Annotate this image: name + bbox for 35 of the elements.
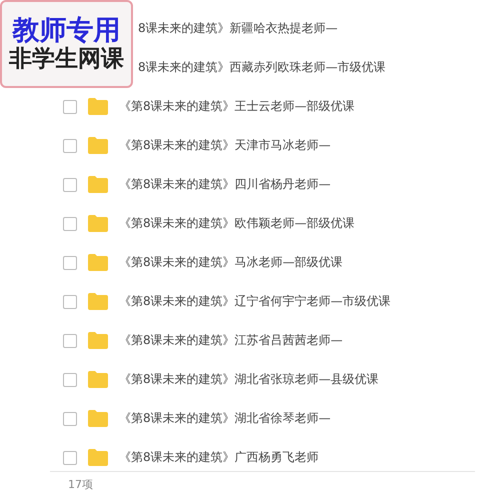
folder-name[interactable]: 《第8课未来的建筑》广西杨勇飞老师 bbox=[119, 449, 319, 466]
folder-name[interactable]: 《第8课未来的建筑》天津市马冰老师— bbox=[119, 137, 331, 154]
badge-title: 教师专用 bbox=[12, 16, 120, 46]
item-count: 17项 bbox=[68, 476, 93, 492]
folder-icon bbox=[88, 371, 108, 388]
checkbox[interactable] bbox=[63, 178, 77, 192]
checkbox[interactable] bbox=[63, 372, 77, 386]
folder-name[interactable]: 《第8课未来的建筑》江苏省吕茜茜老师— bbox=[119, 332, 343, 349]
folder-name[interactable]: 《第8课未来的建筑》四川省杨丹老师— bbox=[119, 176, 331, 193]
folder-name[interactable]: 8课未来的建筑》西藏赤列欧珠老师—市级优课 bbox=[138, 59, 386, 76]
folder-name[interactable]: 《第8课未来的建筑》王士云老师—部级优课 bbox=[119, 98, 355, 115]
folder-name[interactable]: 8课未来的建筑》新疆哈衣热提老师— bbox=[138, 20, 338, 37]
folder-name[interactable]: 《第8课未来的建筑》湖北省张琼老师—县级优课 bbox=[119, 371, 379, 388]
folder-icon bbox=[88, 410, 108, 427]
checkbox[interactable] bbox=[63, 294, 77, 308]
checkbox[interactable] bbox=[63, 138, 77, 152]
checkbox[interactable] bbox=[63, 256, 77, 270]
folder-icon bbox=[88, 449, 108, 466]
folder-icon bbox=[88, 254, 108, 271]
checkbox[interactable] bbox=[63, 334, 77, 348]
folder-icon bbox=[88, 293, 108, 310]
folder-name[interactable]: 《第8课未来的建筑》湖北省徐琴老师— bbox=[119, 410, 331, 427]
checkbox[interactable] bbox=[63, 450, 77, 464]
folder-name[interactable]: 《第8课未来的建筑》马冰老师—部级优课 bbox=[119, 254, 343, 271]
folder-icon bbox=[88, 332, 108, 349]
folder-name[interactable]: 《第8课未来的建筑》欧伟颖老师—部级优课 bbox=[119, 215, 355, 232]
folder-icon bbox=[88, 137, 108, 154]
badge-subtitle: 非学生网课 bbox=[9, 47, 124, 72]
folder-icon bbox=[88, 215, 108, 232]
checkbox[interactable] bbox=[63, 412, 77, 426]
folder-name[interactable]: 《第8课未来的建筑》辽宁省何宇宁老师—市级优课 bbox=[119, 293, 391, 310]
checkbox[interactable] bbox=[63, 216, 77, 230]
checkbox[interactable] bbox=[63, 100, 77, 114]
folder-icon bbox=[88, 176, 108, 193]
folder-icon bbox=[88, 98, 108, 115]
